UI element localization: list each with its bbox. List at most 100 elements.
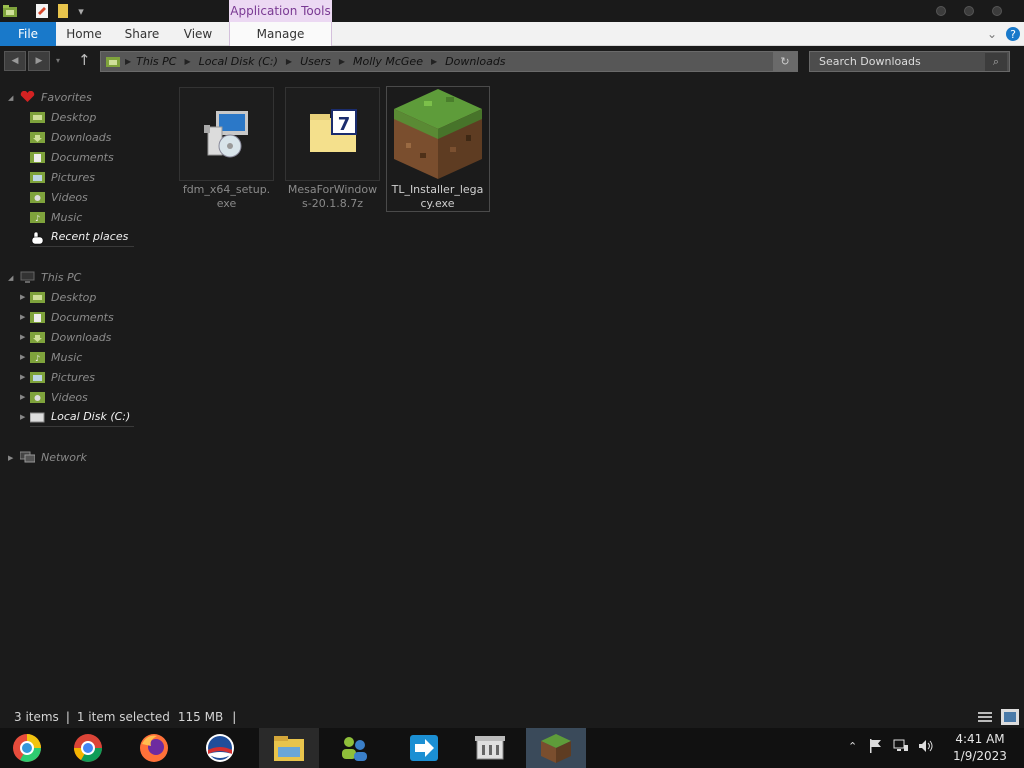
tab-home[interactable]: Home [62,22,106,46]
customize-quick-access-icon[interactable]: ▾ [74,3,88,19]
expander-music-icon[interactable]: ▶ [20,353,25,361]
nav-favorites[interactable]: Favorites [20,87,92,107]
refresh-icon[interactable]: ↻ [773,52,797,71]
breadcrumb-local-disk[interactable]: Local Disk (C:) [199,55,278,68]
navigation-pane: ◢ Favorites Desktop Downloads Documents … [0,84,150,704]
minecraft-grass-block-icon [390,87,485,181]
system-clock[interactable]: 4:41 AM 1/9/2023 [945,731,1015,765]
file-item[interactable]: 7 MesaForWindows-20.1.8.7z [285,87,380,211]
nav-this-pc-downloads[interactable]: Downloads [30,327,111,347]
nav-favorites-videos[interactable]: Videos [30,187,88,207]
nav-favorites-recent-places[interactable]: Recent places [30,227,134,247]
expander-downloads-icon[interactable]: ▶ [20,333,25,341]
file-explorer-window: ▾ Application Tools File Home Share View… [0,0,1024,768]
taskbar-file-explorer[interactable] [259,728,319,768]
nav-network[interactable]: Network [19,447,87,467]
nav-favorites-music[interactable]: ♪ Music [30,207,82,227]
nav-this-pc[interactable]: This PC [20,267,81,287]
details-view-icon[interactable] [977,710,993,724]
documents-folder-icon [30,311,45,323]
file-item-selected[interactable]: TL_Installer_legacy.exe [390,87,485,211]
network-icon [19,451,36,463]
expander-local-disk-icon[interactable]: ▶ [20,413,25,421]
nav-this-pc-music[interactable]: ♪ Music [30,347,82,367]
favorites-expander-icon[interactable]: ◢ [8,94,13,102]
help-icon[interactable]: ? [1004,22,1022,46]
address-row: ◀ ▶ ▾ ↑ ▶ This PC ▶ Local Disk (C:) ▶ Us… [0,47,1024,77]
forward-button[interactable]: ▶ [28,51,50,71]
clock-time: 4:41 AM [955,732,1005,746]
nav-this-pc-desktop[interactable]: Desktop [30,287,96,307]
title-bar: ▾ Application Tools [0,0,1024,22]
obama-logo-icon [206,734,234,762]
tab-manage[interactable]: Manage [229,22,332,46]
nav-this-pc-local-disk[interactable]: Local Disk (C:) [29,407,134,427]
search-input[interactable]: Search Downloads [809,51,1010,72]
nav-favorites-pictures[interactable]: Pictures [30,167,95,187]
new-folder-icon[interactable] [56,3,70,19]
maximize-button[interactable] [964,6,974,16]
tab-file[interactable]: File [0,22,56,46]
taskbar-chrome-alt[interactable] [0,728,54,768]
this-pc-expander-icon[interactable]: ◢ [8,274,13,282]
desktop-folder-icon [30,111,45,123]
taskbar-obama-app[interactable] [190,728,250,768]
tab-share[interactable]: Share [120,22,164,46]
up-arrow-icon[interactable]: ↑ [78,51,91,69]
7zip-archive-icon: 7 [285,87,380,181]
breadcrumb-this-pc[interactable]: This PC [136,55,176,68]
network-expander-icon[interactable]: ▶ [8,454,13,462]
this-pc-small-icon [106,56,120,68]
breadcrumb-users[interactable]: Users [300,55,331,68]
action-center-flag-icon[interactable] [868,738,882,757]
item-count: 3 items [14,710,59,724]
archive-box-icon [475,736,505,760]
desktop-folder-icon [30,291,45,303]
search-icon[interactable]: ⌕ [985,53,1007,71]
expander-desktop-icon[interactable]: ▶ [20,293,25,301]
taskbar-network-people[interactable] [324,728,384,768]
music-folder-icon: ♪ [30,351,45,363]
drive-icon [29,411,45,423]
hand-cursor-icon [30,231,45,244]
nav-favorites-desktop[interactable]: Desktop [30,107,96,127]
taskbar-minecraft[interactable] [526,728,586,768]
recent-locations-icon[interactable]: ▾ [56,56,60,65]
show-hidden-icons[interactable]: ⌃ [848,740,857,753]
nav-favorites-downloads[interactable]: Downloads [30,127,111,147]
breadcrumb-molly-mcgee[interactable]: Molly McGee [353,55,423,68]
network-status-icon[interactable] [893,739,909,756]
taskbar: ⌃ 4:41 AM 1/9/2023 [0,728,1024,768]
installer-icon [179,87,274,181]
taskbar-chrome[interactable] [58,728,118,768]
nav-favorites-documents[interactable]: Documents [30,147,114,167]
taskbar-archive[interactable] [460,728,520,768]
minimize-button[interactable] [936,6,946,16]
file-name: TL_Installer_legacy.exe [391,183,484,210]
taskbar-firefox[interactable] [124,728,184,768]
properties-icon[interactable] [34,3,50,19]
network-people-icon [342,737,367,761]
taskbar-teamviewer[interactable] [394,728,454,768]
close-button[interactable] [992,6,1002,16]
expander-documents-icon[interactable]: ▶ [20,313,25,321]
expander-videos-icon[interactable]: ▶ [20,393,25,401]
computer-icon [20,271,35,283]
breadcrumb-downloads[interactable]: Downloads [445,55,505,68]
status-bar: 3 items | 1 item selected 115 MB | [0,706,1024,728]
nav-this-pc-videos[interactable]: Videos [30,387,88,407]
downloads-folder-icon [30,331,45,343]
large-icons-view-icon[interactable] [1001,709,1019,725]
address-bar[interactable]: ▶ This PC ▶ Local Disk (C:) ▶ Users ▶ Mo… [100,51,798,72]
back-button[interactable]: ◀ [4,51,26,71]
file-item[interactable]: fdm_x64_setup.exe [179,87,274,211]
ribbon-expand-icon[interactable]: ⌄ [984,22,1000,46]
selection-size: 115 MB [177,710,224,724]
nav-this-pc-pictures[interactable]: Pictures [30,367,95,387]
videos-folder-icon [30,191,45,203]
tab-view[interactable]: View [178,22,218,46]
nav-this-pc-documents[interactable]: Documents [30,307,114,327]
volume-icon[interactable] [918,739,934,756]
expander-pictures-icon[interactable]: ▶ [20,373,25,381]
clock-date: 1/9/2023 [953,749,1007,763]
